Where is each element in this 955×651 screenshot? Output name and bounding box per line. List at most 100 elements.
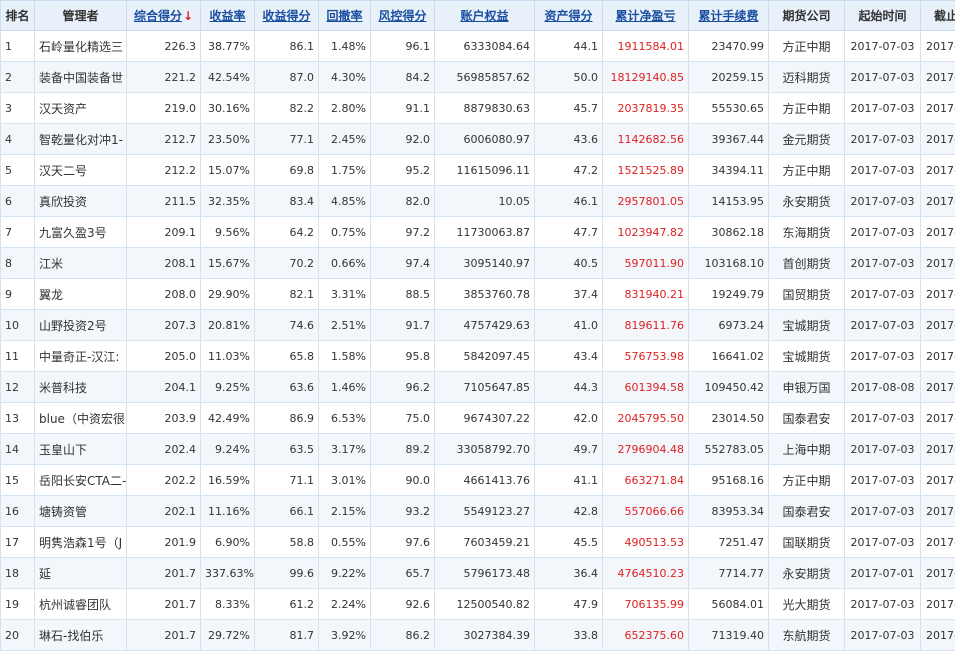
cell-asset-score: 47.2 [535,155,603,186]
column-header-label[interactable]: 回撤率 [326,9,362,23]
table-row: 19杭州诚睿团队201.78.33%61.22.24%92.612500540.… [1,589,955,620]
cell-end-date: 2017-09-07 [921,527,955,558]
table-row: 8江米208.115.67%70.20.66%97.43095140.9740.… [1,248,955,279]
cell-risk-score: 91.7 [371,310,435,341]
cell-net-profit: 18129140.85 [603,62,689,93]
table-row: 4智乾量化对冲1-212.723.50%77.12.45%92.06006080… [1,124,955,155]
cell-manager: 九富久盈3号 [35,217,127,248]
cell-start-date: 2017-07-01 [845,558,921,589]
cell-risk-score: 75.0 [371,403,435,434]
cell-account-equity: 10.05 [435,186,535,217]
cell-drawdown-rate: 1.48% [319,31,371,62]
cell-return-rate: 42.49% [201,403,255,434]
cell-manager: 江米 [35,248,127,279]
column-header-composite-score[interactable]: 综合得分↓ [127,1,201,31]
cell-commission: 16641.02 [689,341,769,372]
cell-end-date: 2017-09-07 [921,279,955,310]
cell-net-profit: 2037819.35 [603,93,689,124]
cell-net-profit: 1142682.56 [603,124,689,155]
cell-composite-score: 201.7 [127,589,201,620]
cell-asset-score: 36.4 [535,558,603,589]
cell-return-score: 86.1 [255,31,319,62]
cell-rank: 7 [1,217,35,248]
cell-drawdown-rate: 6.53% [319,403,371,434]
cell-composite-score: 219.0 [127,93,201,124]
column-header-label[interactable]: 账户权益 [460,9,508,23]
cell-net-profit: 819611.76 [603,310,689,341]
table-row: 20琳石-找伯乐201.729.72%81.73.92%86.23027384.… [1,620,955,651]
cell-drawdown-rate: 1.58% [319,341,371,372]
cell-manager: 汉天资产 [35,93,127,124]
cell-risk-score: 92.0 [371,124,435,155]
cell-net-profit: 557066.66 [603,496,689,527]
cell-futures-company: 国贸期货 [769,279,845,310]
table-row: 18延201.7337.63%99.69.22%65.75796173.4836… [1,558,955,589]
column-header-label[interactable]: 累计手续费 [698,9,758,23]
column-header-return-rate[interactable]: 收益率 [201,1,255,31]
cell-start-date: 2017-08-08 [845,372,921,403]
cell-drawdown-rate: 0.55% [319,527,371,558]
column-header-label[interactable]: 风控得分 [378,9,426,23]
cell-commission: 7714.77 [689,558,769,589]
sort-desc-arrow-icon[interactable]: ↓ [183,9,193,23]
cell-return-score: 63.6 [255,372,319,403]
cell-net-profit: 601394.58 [603,372,689,403]
cell-manager: 智乾量化对冲1- [35,124,127,155]
cell-asset-score: 46.1 [535,186,603,217]
column-header-drawdown-rate[interactable]: 回撤率 [319,1,371,31]
cell-composite-score: 202.1 [127,496,201,527]
cell-end-date: 2017-09-07 [921,465,955,496]
cell-composite-score: 203.9 [127,403,201,434]
column-header-net-profit[interactable]: 累计净盈亏 [603,1,689,31]
cell-return-rate: 9.56% [201,217,255,248]
column-header-risk-score[interactable]: 风控得分 [371,1,435,31]
cell-futures-company: 首创期货 [769,248,845,279]
cell-end-date: 2017-09-07 [921,434,955,465]
cell-rank: 2 [1,62,35,93]
cell-risk-score: 65.7 [371,558,435,589]
column-header-commission[interactable]: 累计手续费 [689,1,769,31]
column-header-asset-score[interactable]: 资产得分 [535,1,603,31]
cell-rank: 1 [1,31,35,62]
cell-start-date: 2017-07-03 [845,434,921,465]
column-header-label[interactable]: 综合得分 [134,9,182,23]
cell-account-equity: 6333084.64 [435,31,535,62]
cell-drawdown-rate: 3.92% [319,620,371,651]
cell-return-score: 63.5 [255,434,319,465]
cell-net-profit: 490513.53 [603,527,689,558]
cell-futures-company: 国联期货 [769,527,845,558]
cell-commission: 109450.42 [689,372,769,403]
column-header-account-equity[interactable]: 账户权益 [435,1,535,31]
column-header-label[interactable]: 累计净盈亏 [615,9,675,23]
cell-risk-score: 95.2 [371,155,435,186]
column-header-label[interactable]: 收益率 [209,9,245,23]
cell-drawdown-rate: 2.51% [319,310,371,341]
cell-return-score: 77.1 [255,124,319,155]
column-header-label[interactable]: 资产得分 [544,9,592,23]
cell-return-rate: 42.54% [201,62,255,93]
cell-futures-company: 方正中期 [769,31,845,62]
cell-risk-score: 92.6 [371,589,435,620]
column-header-return-score[interactable]: 收益得分 [255,1,319,31]
cell-drawdown-rate: 0.75% [319,217,371,248]
cell-start-date: 2017-07-03 [845,62,921,93]
cell-start-date: 2017-07-03 [845,93,921,124]
ranking-table: 排名管理者综合得分↓收益率收益得分回撤率风控得分账户权益资产得分累计净盈亏累计手… [0,0,955,651]
table-row: 3汉天资产219.030.16%82.22.80%91.18879830.634… [1,93,955,124]
cell-return-score: 66.1 [255,496,319,527]
cell-return-score: 58.8 [255,527,319,558]
cell-drawdown-rate: 2.24% [319,589,371,620]
cell-manager: 琳石-找伯乐 [35,620,127,651]
cell-end-date: 2017-09-07 [921,93,955,124]
table-row: 10山野投资2号207.320.81%74.62.51%91.74757429.… [1,310,955,341]
cell-manager: 中量奇正-汉江: [35,341,127,372]
cell-account-equity: 6006080.97 [435,124,535,155]
cell-composite-score: 205.0 [127,341,201,372]
cell-return-rate: 15.67% [201,248,255,279]
column-header-label[interactable]: 收益得分 [262,9,310,23]
cell-asset-score: 37.4 [535,279,603,310]
cell-return-score: 81.7 [255,620,319,651]
table-row: 16塘铸资管202.111.16%66.12.15%93.25549123.27… [1,496,955,527]
cell-futures-company: 金元期货 [769,124,845,155]
cell-drawdown-rate: 4.30% [319,62,371,93]
